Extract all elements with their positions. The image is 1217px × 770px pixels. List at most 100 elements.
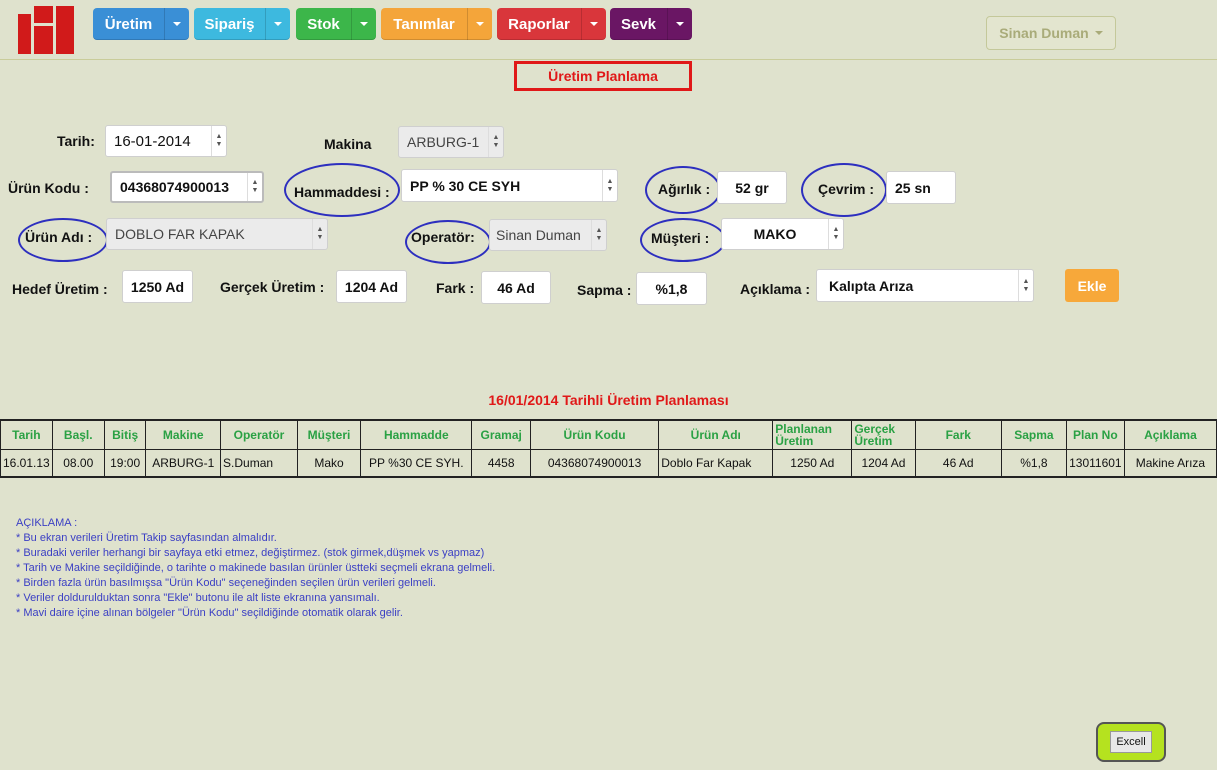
user-name: Sinan Duman bbox=[999, 25, 1089, 41]
chevron-down-icon[interactable] bbox=[467, 8, 492, 40]
gercek-uretim-label: Gerçek Üretim : bbox=[220, 279, 325, 295]
chevron-down-icon[interactable] bbox=[164, 8, 189, 40]
col-header: Müşteri bbox=[296, 419, 362, 450]
tarih-value: 16-01-2014 bbox=[114, 132, 191, 150]
col-header: Tarih bbox=[0, 419, 53, 450]
operator-select[interactable]: Sinan Duman ▲ ▼ bbox=[489, 219, 607, 251]
sapma-label: Sapma : bbox=[577, 282, 632, 298]
hammadde-value: PP % 30 CE SYH bbox=[410, 177, 521, 194]
cevrim-field[interactable]: 25 sn bbox=[886, 171, 956, 204]
table-cell: 13011601 bbox=[1065, 449, 1125, 478]
col-header: Fark bbox=[914, 419, 1002, 450]
nav-stok-label: Stok bbox=[307, 15, 340, 33]
cevrim-value: 25 sn bbox=[895, 179, 931, 196]
table-cell: S.Duman bbox=[220, 449, 298, 478]
note-line: * Birden fazla ürün basılmışsa "Ürün Kod… bbox=[16, 577, 436, 589]
table-cell: 1204 Ad bbox=[851, 449, 916, 478]
ekle-button[interactable]: Ekle bbox=[1065, 269, 1119, 302]
hedef-uretim-field[interactable]: 1250 Ad bbox=[122, 270, 193, 303]
note-line: * Veriler doldurulduktan sonra "Ekle" bu… bbox=[16, 592, 380, 604]
nav-sevk-label: Sevk bbox=[620, 15, 657, 33]
agirlik-label: Ağırlık : bbox=[658, 181, 711, 197]
gercek-uretim-value: 1204 Ad bbox=[344, 278, 399, 295]
table-cell: 16.01.13 bbox=[0, 449, 53, 478]
spinner-icon[interactable]: ▲ ▼ bbox=[211, 126, 226, 156]
table-row[interactable]: 16.01.13 08.00 19:00 ARBURG-1 S.Duman Ma… bbox=[0, 449, 1217, 478]
col-header: Gramaj bbox=[471, 419, 531, 450]
app-logo bbox=[18, 6, 74, 54]
urun-adi-select[interactable]: DOBLO FAR KAPAK ▲ ▼ bbox=[106, 218, 328, 250]
urun-kodu-value: 04368074900013 bbox=[120, 179, 230, 195]
sapma-field[interactable]: %1,8 bbox=[636, 272, 707, 305]
gercek-uretim-field[interactable]: 1204 Ad bbox=[336, 270, 407, 303]
spinner-icon[interactable]: ▲ ▼ bbox=[247, 173, 262, 201]
note-line: * Buradaki veriler herhangi bir sayfaya … bbox=[16, 547, 485, 559]
note-line: * Tarih ve Makine seçildiğinde, o tariht… bbox=[16, 562, 496, 574]
table-cell: 4458 bbox=[471, 449, 531, 478]
table-cell: 08.00 bbox=[51, 449, 105, 478]
spinner-icon[interactable]: ▲ ▼ bbox=[602, 170, 617, 201]
spinner-icon[interactable]: ▲ ▼ bbox=[312, 219, 327, 249]
nav-raporlar-label: Raporlar bbox=[508, 15, 570, 33]
musteri-select[interactable]: MAKO ▲ ▼ bbox=[721, 218, 844, 250]
urun-adi-value: DOBLO FAR KAPAK bbox=[115, 226, 245, 242]
hammadde-label: Hammaddesi : bbox=[294, 184, 390, 200]
nav-siparis-button[interactable]: Sipariş bbox=[194, 8, 290, 40]
table-cell: ARBURG-1 bbox=[145, 449, 222, 478]
musteri-value: MAKO bbox=[753, 226, 797, 242]
chevron-down-icon[interactable] bbox=[667, 8, 692, 40]
fark-field[interactable]: 46 Ad bbox=[481, 271, 551, 304]
operator-label: Operatör: bbox=[411, 229, 475, 245]
table-cell: Makine Arıza bbox=[1123, 449, 1217, 478]
nav-raporlar-button[interactable]: Raporlar bbox=[497, 8, 606, 40]
urun-kodu-label: Ürün Kodu : bbox=[8, 180, 89, 196]
col-header: Plan No bbox=[1065, 419, 1125, 450]
nav-uretim-label: Üretim bbox=[104, 15, 153, 33]
chevron-down-icon[interactable] bbox=[581, 8, 606, 40]
col-header: Operatör bbox=[220, 419, 298, 450]
table-cell: PP %30 CE SYH. bbox=[360, 449, 473, 478]
urun-kodu-select[interactable]: 04368074900013 ▲ ▼ bbox=[110, 171, 264, 203]
page-title: Üretim Planlama bbox=[514, 61, 692, 91]
note-line: * Bu ekran verileri Üretim Takip sayfası… bbox=[16, 532, 277, 544]
spinner-icon[interactable]: ▲ ▼ bbox=[488, 127, 503, 157]
table-cell: 04368074900013 bbox=[529, 449, 660, 478]
user-menu-button[interactable]: Sinan Duman bbox=[986, 16, 1116, 50]
tarih-field[interactable]: 16-01-2014 ▲ ▼ bbox=[105, 125, 227, 157]
excel-export-button[interactable]: Excell bbox=[1096, 722, 1166, 762]
spinner-icon[interactable]: ▲ ▼ bbox=[1018, 270, 1033, 301]
table-cell: 19:00 bbox=[103, 449, 147, 478]
nav-tanimlar-label: Tanımlar bbox=[393, 15, 455, 33]
hedef-uretim-label: Hedef Üretim : bbox=[12, 281, 108, 297]
plan-table: Tarih Başl. Bitiş Makine Operatör Müşter… bbox=[0, 419, 1217, 478]
nav-sevk-button[interactable]: Sevk bbox=[610, 8, 692, 40]
nav-uretim-button[interactable]: Üretim bbox=[93, 8, 189, 40]
aciklama-select[interactable]: Kalıpta Arıza ▲ ▼ bbox=[816, 269, 1034, 302]
table-cell: %1,8 bbox=[1000, 449, 1067, 478]
col-header: Ürün Adı bbox=[658, 419, 774, 450]
col-header: Bitiş bbox=[103, 419, 147, 450]
operator-value: Sinan Duman bbox=[496, 227, 581, 243]
aciklama-value: Kalıpta Arıza bbox=[829, 277, 914, 294]
makina-label: Makina bbox=[324, 136, 372, 152]
note-line: * Mavi daire içine alınan bölgeler "Ürün… bbox=[16, 607, 403, 619]
chevron-down-icon[interactable] bbox=[265, 8, 290, 40]
makina-select[interactable]: ARBURG-1 ▲ ▼ bbox=[398, 126, 504, 158]
cevrim-label: Çevrim : bbox=[818, 181, 875, 197]
spinner-icon[interactable]: ▲ ▼ bbox=[591, 220, 606, 250]
table-cell: 46 Ad bbox=[914, 449, 1002, 478]
tarih-label: Tarih: bbox=[57, 133, 95, 149]
hammadde-select[interactable]: PP % 30 CE SYH ▲ ▼ bbox=[401, 169, 618, 202]
col-header: Hammadde bbox=[360, 419, 473, 450]
chevron-down-icon[interactable] bbox=[351, 8, 376, 40]
urun-adi-label: Ürün Adı : bbox=[25, 229, 93, 245]
table-title: 16/01/2014 Tarihli Üretim Planlaması bbox=[488, 392, 729, 408]
fark-value: 46 Ad bbox=[497, 279, 535, 296]
col-header: Başl. bbox=[51, 419, 105, 450]
nav-stok-button[interactable]: Stok bbox=[296, 8, 376, 40]
hedef-uretim-value: 1250 Ad bbox=[130, 278, 185, 295]
aciklama-label: Açıklama : bbox=[740, 281, 811, 297]
nav-tanimlar-button[interactable]: Tanımlar bbox=[381, 8, 492, 40]
agirlik-field[interactable]: 52 gr bbox=[717, 171, 787, 204]
spinner-icon[interactable]: ▲ ▼ bbox=[828, 219, 843, 249]
